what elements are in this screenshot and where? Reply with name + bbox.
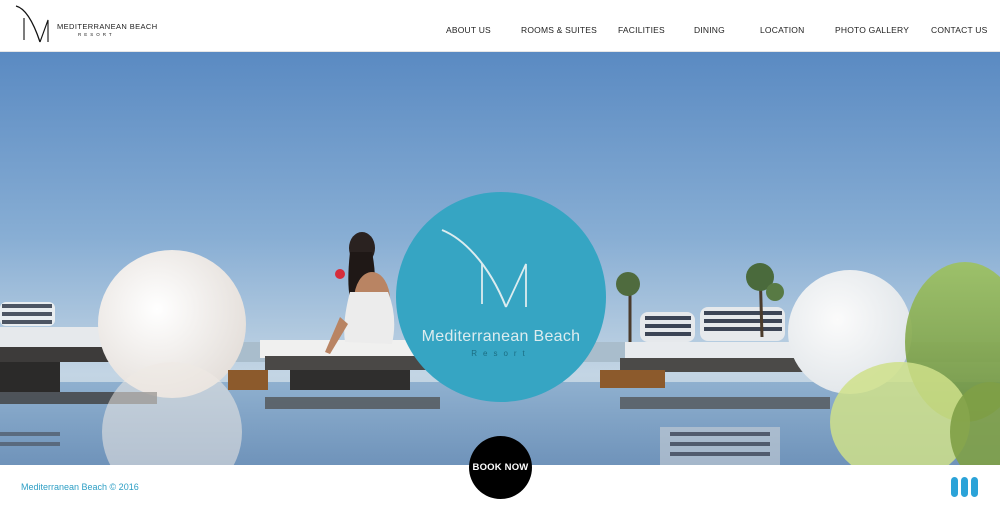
- menu-bar: [961, 477, 968, 497]
- copyright-text: Mediterranean Beach © 2016: [21, 482, 139, 492]
- logo-name: MEDITERRANEAN BEACH: [57, 22, 158, 31]
- hero-logo-badge: Mediterranean Beach Resort: [396, 192, 606, 402]
- hero-logo-name: Mediterranean Beach: [421, 328, 581, 345]
- hero-banner: Mediterranean Beach Resort: [0, 52, 1000, 465]
- menu-bar: [971, 477, 978, 497]
- nav-contact-us[interactable]: CONTACT US: [931, 25, 987, 35]
- site-logo[interactable]: MEDITERRANEAN BEACH RESORT: [12, 2, 157, 46]
- nav-location[interactable]: LOCATION: [760, 25, 804, 35]
- logo-mark-icon: [15, 5, 49, 43]
- nav-dining[interactable]: DINING: [694, 25, 725, 35]
- nav-about-us[interactable]: ABOUT US: [446, 25, 491, 35]
- hero-logo-mark-icon: [441, 229, 527, 308]
- nav-rooms-suites[interactable]: ROOMS & SUITES: [521, 25, 597, 35]
- menu-bar: [951, 477, 958, 497]
- menu-bars-icon[interactable]: [949, 477, 981, 497]
- site-header: MEDITERRANEAN BEACH RESORT ABOUT US ROOM…: [0, 0, 1000, 52]
- nav-photo-gallery[interactable]: PHOTO GALLERY: [835, 25, 909, 35]
- logo-subtitle: RESORT: [78, 32, 115, 37]
- hero-logo-subtitle: Resort: [471, 349, 531, 358]
- nav-facilities[interactable]: FACILITIES: [618, 25, 665, 35]
- book-now-button[interactable]: BOOK NOW: [469, 436, 532, 499]
